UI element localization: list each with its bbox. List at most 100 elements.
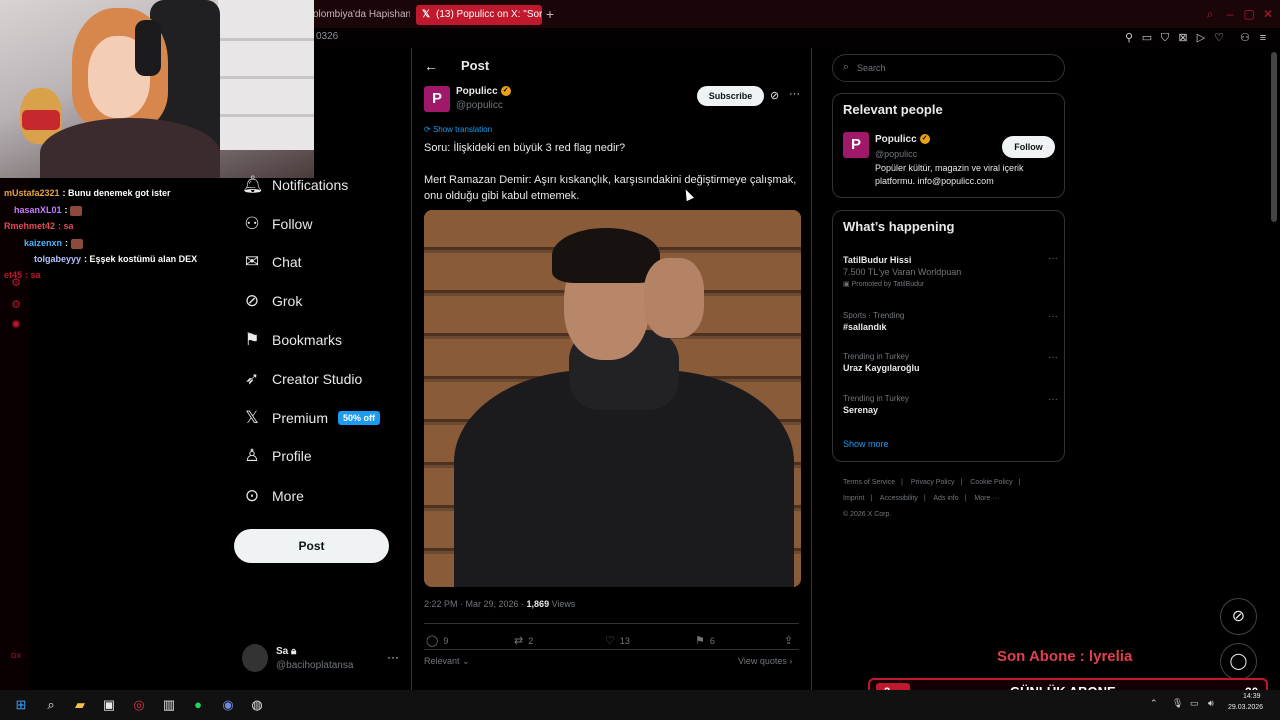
search-input[interactable] xyxy=(857,59,1047,77)
view-quotes-link[interactable]: View quotes › xyxy=(738,656,792,666)
screenshot-icon[interactable]: ▭ xyxy=(1140,31,1154,45)
search-box[interactable]: ⌕ xyxy=(832,54,1065,82)
maximize-icon[interactable]: ▢ xyxy=(1243,8,1255,20)
reply-button[interactable]: ◯ 9 xyxy=(426,634,448,647)
back-arrow-icon[interactable]: ← xyxy=(424,58,438,74)
clock-time: 14:39 xyxy=(1243,693,1261,700)
nav-more[interactable]: ⊙ More xyxy=(242,483,304,509)
rail-gear-icon[interactable]: ⚙ xyxy=(9,298,23,312)
trend-more-icon[interactable]: ··· xyxy=(1048,352,1058,363)
chat-message: kaizenxn: xyxy=(24,236,83,250)
file-explorer-icon[interactable]: ▰ xyxy=(71,696,89,714)
app-icon[interactable]: ▣ xyxy=(100,696,118,714)
nav-grok[interactable]: ⊘ Grok xyxy=(242,288,302,314)
chat-message: tolgabeyyy: Eşşek kostümü alan DEX xyxy=(34,254,198,264)
nav-creator-studio[interactable]: ➶ Creator Studio xyxy=(242,366,362,392)
footer-link[interactable]: Terms of Service xyxy=(843,479,895,486)
microphone-icon[interactable]: 🎙︎ xyxy=(1172,698,1183,709)
discord-icon[interactable]: ◉ xyxy=(219,696,237,714)
translate-icon: ⟳ xyxy=(424,125,431,134)
relevant-person-handle[interactable]: @populicc xyxy=(875,149,917,159)
vpn-icon[interactable]: ⊠ xyxy=(1176,31,1190,45)
play-icon[interactable]: ▷ xyxy=(1194,31,1208,45)
trend-item[interactable]: Sports · Trending #sallandık ··· xyxy=(843,311,1058,332)
browser-tab-active[interactable]: 𝕏 (13) Populicc on X: "Soru: xyxy=(416,5,542,25)
compose-post-button[interactable]: Post xyxy=(234,529,389,563)
obs-icon[interactable]: ◍ xyxy=(248,696,266,714)
views-count: 1,869 xyxy=(526,599,550,609)
shield-icon[interactable]: ⛉ xyxy=(1158,31,1172,45)
post-more-icon[interactable]: ··· xyxy=(789,88,800,100)
chevron-down-icon: ⌄ xyxy=(462,656,470,666)
heart-icon: ♡ xyxy=(605,635,615,647)
relevant-person-name[interactable]: Populicc ✓ xyxy=(875,134,930,145)
account-more-icon[interactable]: ··· xyxy=(387,650,399,664)
search-tab-icon[interactable]: ⌕ xyxy=(1204,8,1216,20)
nav-follow[interactable]: ⚇ Follow xyxy=(242,211,312,237)
author-handle[interactable]: @populicc xyxy=(456,100,503,111)
audio-app-icon[interactable]: ▥ xyxy=(160,696,178,714)
opera-gx-icon[interactable]: ◎ xyxy=(130,696,148,714)
nav-chat[interactable]: ✉ Chat xyxy=(242,249,302,275)
reply-sort-dropdown[interactable]: Relevant ⌄ xyxy=(424,656,470,667)
volume-icon[interactable]: 🔊︎ xyxy=(1208,698,1214,709)
tray-chevron-icon[interactable]: ⌃ xyxy=(1150,698,1158,709)
grok-icon: ⊘ xyxy=(244,291,260,310)
close-window-icon[interactable]: ✕ xyxy=(1262,8,1274,20)
nav-notifications[interactable]: 🔔︎ Notifications xyxy=(242,172,348,198)
footer-link[interactable]: Imprint xyxy=(843,495,864,502)
footer-link[interactable]: Accessibility xyxy=(880,495,918,502)
minimize-icon[interactable]: – xyxy=(1224,8,1236,20)
chat-bubble-icon[interactable]: ◯ xyxy=(1220,643,1257,680)
show-translation-link[interactable]: ⟳ Show translation xyxy=(424,125,492,134)
author-name[interactable]: Populicc ✓ xyxy=(456,86,511,97)
follow-button[interactable]: Follow xyxy=(1002,136,1055,158)
new-tab-icon[interactable]: + xyxy=(543,7,557,21)
bookmark-button[interactable]: ⚑ 6 xyxy=(695,634,715,647)
subscribe-button[interactable]: Subscribe xyxy=(697,86,764,106)
trend-more-icon[interactable]: ··· xyxy=(1048,253,1058,264)
trend-item[interactable]: Trending in Turkey Serenay ··· xyxy=(843,394,1058,415)
bell-icon: 🔔︎ xyxy=(242,175,264,194)
verified-badge-icon: ✓ xyxy=(919,134,930,145)
nav-profile[interactable]: ♙ Profile xyxy=(242,443,311,469)
author-avatar[interactable]: P xyxy=(424,86,450,112)
footer-link[interactable]: Cookie Policy xyxy=(970,479,1012,486)
footer-link[interactable]: More ··· xyxy=(974,495,999,502)
account-name: Sa 🔒︎ xyxy=(276,646,297,657)
nav-bookmarks[interactable]: ⚑ Bookmarks xyxy=(242,327,342,353)
trend-item[interactable]: TatilBudur Hissi 7.500 TL'ye Varan World… xyxy=(843,253,1058,288)
spotify-icon[interactable]: ● xyxy=(189,696,207,714)
populicc-avatar[interactable]: P xyxy=(843,132,869,158)
display-icon[interactable]: ▭ xyxy=(1190,698,1199,709)
like-button[interactable]: ♡ 13 xyxy=(605,634,630,647)
post-photo[interactable] xyxy=(424,210,801,587)
card-title: What’s happening xyxy=(843,219,955,234)
menu-icon[interactable]: ≡ xyxy=(1256,31,1270,45)
rail-cog-icon[interactable]: ✺ xyxy=(9,318,23,332)
nav-premium[interactable]: 𝕏 Premium 50% off xyxy=(242,405,381,431)
rocket-icon: ➶ xyxy=(244,369,260,388)
heart-icon[interactable]: ♡ xyxy=(1212,31,1226,45)
rail-gx-icon[interactable]: GX xyxy=(9,650,23,664)
pin-icon[interactable]: ⚲ xyxy=(1122,31,1136,45)
search-icon[interactable]: ⌕ xyxy=(42,696,60,714)
account-icon[interactable]: ⚇ xyxy=(1238,31,1252,45)
browser-tab-inactive[interactable]: olombiya'da Hapishane xyxy=(305,5,410,25)
footer-link[interactable]: Ads info xyxy=(933,495,958,502)
trend-more-icon[interactable]: ··· xyxy=(1048,311,1058,322)
repost-button[interactable]: ⇄ 2 xyxy=(514,634,533,647)
show-more-link[interactable]: Show more xyxy=(843,439,889,449)
page-scrollbar[interactable] xyxy=(1271,52,1277,222)
windows-start-icon[interactable]: ⊞ xyxy=(12,696,30,714)
more-circle-icon: ⊙ xyxy=(244,486,260,505)
grok-explain-icon[interactable]: ⊘ xyxy=(770,89,779,102)
footer-link[interactable]: Privacy Policy xyxy=(911,479,955,486)
lock-icon: 🔒︎ xyxy=(291,646,297,657)
account-switcher[interactable]: Sa 🔒︎ @bacihoplatansa ··· xyxy=(242,644,402,674)
trend-item[interactable]: Trending in Turkey Uraz Kaygılaroğlu ··· xyxy=(843,352,1058,373)
x-favicon-icon: 𝕏 xyxy=(422,9,431,20)
share-button[interactable]: ⇪ xyxy=(784,634,798,647)
grok-float-icon[interactable]: ⊘ xyxy=(1220,598,1257,635)
trend-more-icon[interactable]: ··· xyxy=(1048,394,1058,405)
